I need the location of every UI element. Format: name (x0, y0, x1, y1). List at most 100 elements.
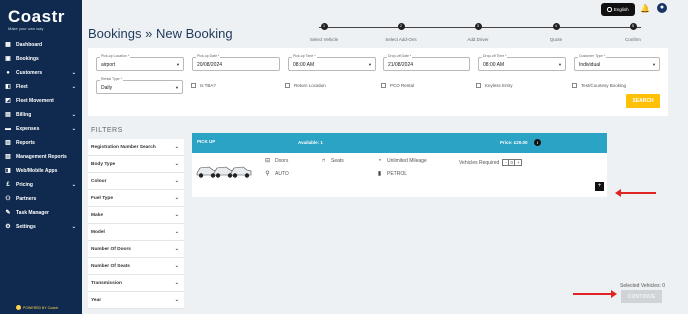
checkbox-box (285, 83, 290, 88)
transmission-label: AUTO (275, 171, 289, 177)
fleet-movement-icon: ◩ (5, 98, 11, 104)
dropoff-time-select[interactable]: Drop-off Time * 08:00 AM ▼ (478, 54, 566, 71)
sidebar-item-expenses[interactable]: ▬ Expenses ⌄ (0, 122, 82, 136)
sidebar-item-task-manager[interactable]: ✎ Task Manager (0, 206, 82, 220)
checkbox-box (191, 83, 196, 88)
search-button[interactable]: SEARCH (626, 94, 660, 108)
pickup-time-select[interactable]: Pick-up Time * 08:00 AM ▼ (288, 54, 376, 71)
topbar: Bookings » New Booking 1 Select Vehicle 2… (82, 0, 688, 48)
sidebar-item-fleet-movement[interactable]: ◩ Fleet Movement (0, 94, 82, 108)
field-label: Rental Type * (100, 77, 123, 82)
logo-tagline: Make your own way (8, 26, 44, 31)
filter-label: Model (91, 229, 105, 235)
page-title: Bookings » New Booking (88, 26, 233, 41)
filter-transmission[interactable]: Transmission ⌄ (88, 275, 184, 292)
chevron-down-icon: ▼ (368, 62, 372, 67)
breadcrumb-bookings[interactable]: Bookings (88, 26, 141, 41)
checkbox-label: PCO Rental (390, 83, 415, 88)
chevron-down-icon: ⌄ (174, 195, 179, 201)
sidebar-item-label: Dashboard (16, 42, 43, 48)
info-icon[interactable]: i (534, 139, 541, 146)
filter-number-of-seats[interactable]: Number Of Seats ⌄ (88, 258, 184, 275)
sidebar-item-label: Partners (16, 196, 37, 202)
pco-rental-checkbox[interactable]: PCO Rental (381, 83, 414, 88)
filter-year[interactable]: Year ⌄ (88, 292, 184, 309)
sidebar-item-billing[interactable]: ▤ Billing ⌄ (0, 108, 82, 122)
customer-type-select[interactable]: Customer Type * Individual ▼ (574, 54, 660, 71)
annotation-arrow-left-icon (615, 189, 656, 197)
sidebar-item-customers[interactable]: ● Customers ⌄ (0, 66, 82, 80)
sidebar-nav: ▦ Dashboard ▣ Bookings ● Customers ⌄ ◧ Fleet ⌄… (0, 38, 82, 234)
user-avatar-icon[interactable]: ● (657, 3, 667, 13)
sidebar-item-web-mobile-apps[interactable]: ◨ Web/Mobile Apps (0, 164, 82, 178)
price-label: Price: £20.00 (500, 140, 528, 145)
is-tba-checkbox[interactable]: Is TBA? (191, 83, 216, 88)
pickup-location-select[interactable]: Pick-up Location * airport ▼ (96, 54, 184, 71)
sidebar-item-label: Management Reports (16, 154, 67, 160)
language-button[interactable]: English (601, 3, 635, 16)
step-label: Select Vehicle (309, 37, 339, 42)
logo[interactable]: Coastr Make your own way (8, 8, 78, 34)
chevron-down-icon: ⌄ (174, 161, 179, 167)
sidebar-item-management-reports[interactable]: ▥ Management Reports (0, 150, 82, 164)
pickup-date-field[interactable]: Pick-up Date * 20/08/2024 (192, 54, 280, 71)
sidebar-item-bookings[interactable]: ▣ Bookings (0, 52, 82, 66)
sidebar-item-fleet[interactable]: ◧ Fleet ⌄ (0, 80, 82, 94)
sidebar-item-label: Fleet Movement (16, 98, 54, 104)
vehicle-card-header: PICK UP Available: 1 Price: £20.00 i (192, 133, 607, 153)
sidebar: Coastr Make your own way ▦ Dashboard ▣ Boo… (0, 0, 82, 314)
sidebar-item-label: Customers (16, 70, 43, 76)
chevron-down-icon: ▼ (652, 62, 656, 67)
filter-label: Fuel Type (91, 195, 114, 201)
step-label: Confirm (625, 37, 641, 42)
logo-text: Coastr (8, 7, 65, 26)
filter-model[interactable]: Model ⌄ (88, 224, 184, 241)
sidebar-item-pricing[interactable]: £ Pricing ⌄ (0, 178, 82, 192)
progress-steps: 1 Select Vehicle 2 Select Add-Ons 3 Add Dri… (300, 18, 670, 46)
sidebar-item-dashboard[interactable]: ▦ Dashboard (0, 38, 82, 52)
keyless-entry-checkbox[interactable]: Keyless Entry (476, 83, 513, 88)
field-label: Pick-up Location * (100, 54, 131, 59)
dropoff-date-field[interactable]: Drop-off Date * 21/08/2024 (383, 54, 470, 71)
filter-colour[interactable]: Colour ⌄ (88, 173, 184, 190)
annotation-arrow-right-icon (573, 290, 617, 298)
fuel-spec: ▮ PETROL (376, 171, 407, 177)
step-select-add-ons: 2 Select Add-Ons (371, 23, 431, 42)
sidebar-item-label: Pricing (16, 182, 33, 188)
filter-number-of-doors[interactable]: Number Of Doors ⌄ (88, 241, 184, 258)
chevron-down-icon: ⌄ (71, 182, 76, 188)
door-icon: ⊟ (264, 158, 271, 164)
return-location-checkbox[interactable]: Return Location (285, 83, 326, 88)
pickup-label: PICK UP (197, 139, 216, 144)
bookings-icon: ▣ (5, 56, 11, 62)
filter-registration-number-search[interactable]: Registration Number Search ⌄ (88, 139, 184, 156)
sidebar-item-partners[interactable]: ⚇ Partners (0, 192, 82, 206)
test-courtesy-booking-checkbox[interactable]: Test/Courtesy Booking (572, 83, 626, 88)
notification-bell-icon[interactable]: 🔔 (640, 4, 650, 13)
increment-button[interactable]: + (515, 160, 521, 165)
sidebar-item-reports[interactable]: ▥ Reports (0, 136, 82, 150)
filter-body-type[interactable]: Body Type ⌄ (88, 156, 184, 173)
chevron-down-icon: ▼ (558, 62, 562, 67)
sidebar-item-label: Reports (16, 140, 35, 146)
field-label: Drop-off Date * (387, 54, 413, 59)
continue-button[interactable]: CONTINUE (621, 290, 662, 303)
powered-by: POWERED BY Coastr (16, 305, 58, 310)
chevron-down-icon: ▼ (175, 85, 179, 90)
step-confirm: 5 Confirm (603, 23, 663, 42)
settings-icon: ⚙ (5, 224, 11, 230)
speedometer-icon: ◔ (377, 158, 382, 164)
filter-fuel-type[interactable]: Fuel Type ⌄ (88, 190, 184, 207)
rental-type-select[interactable]: Rental Type * Daily ▼ (96, 77, 183, 94)
step-quote: 4 Quote (526, 23, 586, 42)
chevron-down-icon: ⌄ (174, 212, 179, 218)
filter-make[interactable]: Make ⌄ (88, 207, 184, 224)
add-vehicle-button[interactable]: + (595, 182, 604, 191)
doors-label: Doors (275, 158, 289, 164)
chevron-down-icon: ⌄ (71, 84, 76, 90)
chevron-down-icon: ⌄ (174, 246, 179, 252)
mileage-label: Unlimited Mileage (387, 158, 427, 164)
web-mobile-apps-icon: ◨ (5, 168, 11, 174)
sidebar-item-settings[interactable]: ⚙ Settings ⌄ (0, 220, 82, 234)
chevron-down-icon: ⌄ (71, 70, 76, 76)
